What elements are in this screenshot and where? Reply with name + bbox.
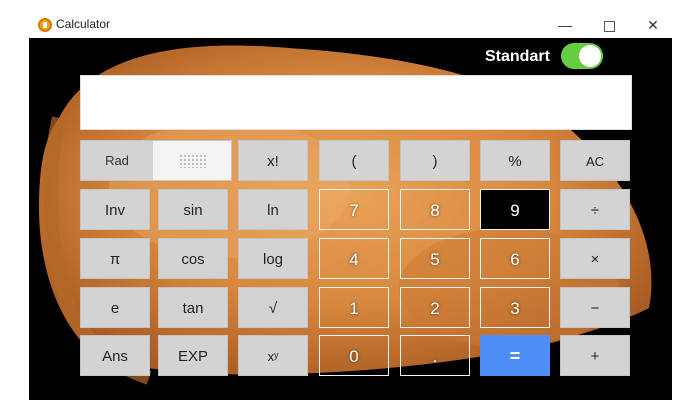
dotted-pattern-icon	[179, 154, 207, 168]
minimize-button[interactable]: —	[542, 12, 588, 38]
ln-button[interactable]: ln	[238, 189, 308, 230]
title-bar: Calculator — ✕	[0, 0, 700, 38]
percent-button[interactable]: %	[480, 140, 550, 181]
divide-button[interactable]: ÷	[560, 189, 630, 230]
minus-button[interactable]: −	[560, 287, 630, 328]
decimal-point-button[interactable]: .	[400, 335, 470, 376]
power-button[interactable]: xʸ	[238, 335, 308, 376]
digit-3-button[interactable]: 3	[480, 287, 550, 328]
digit-4-button[interactable]: 4	[319, 238, 389, 279]
digit-8-button[interactable]: 8	[400, 189, 470, 230]
deg-button[interactable]	[153, 141, 231, 180]
cos-button[interactable]: cos	[158, 238, 228, 279]
digit-0-button[interactable]: 0	[319, 335, 389, 376]
digit-1-button[interactable]: 1	[319, 287, 389, 328]
close-paren-button[interactable]: )	[400, 140, 470, 181]
toggle-knob	[579, 45, 601, 67]
maximize-button[interactable]	[586, 12, 632, 38]
digit-6-button[interactable]: 6	[480, 238, 550, 279]
digit-9-button[interactable]: 9	[480, 189, 550, 230]
euler-e-button[interactable]: e	[80, 287, 150, 328]
inverse-button[interactable]: Inv	[80, 189, 150, 230]
calculator-app-icon	[38, 18, 52, 32]
factorial-button[interactable]: x!	[238, 140, 308, 181]
window-title: Calculator	[56, 17, 111, 31]
exp-button[interactable]: EXP	[158, 335, 228, 376]
answer-button[interactable]: Ans	[80, 335, 150, 376]
rad-button-label[interactable]: Rad	[81, 141, 153, 180]
sin-button[interactable]: sin	[158, 189, 228, 230]
multiply-button[interactable]: ×	[560, 238, 630, 279]
calculator-body: Standart Rad x! ( ) % AC Inv sin ln 7 8 …	[29, 38, 672, 400]
log-button[interactable]: log	[238, 238, 308, 279]
close-button[interactable]: ✕	[630, 12, 676, 38]
open-paren-button[interactable]: (	[319, 140, 389, 181]
mode-label: Standart	[485, 48, 550, 65]
rad-deg-switch[interactable]: Rad	[80, 140, 232, 181]
digit-5-button[interactable]: 5	[400, 238, 470, 279]
equals-button[interactable]: =	[480, 335, 550, 376]
tan-button[interactable]: tan	[158, 287, 228, 328]
mode-toggle[interactable]	[561, 43, 603, 69]
all-clear-button[interactable]: AC	[560, 140, 630, 181]
pi-button[interactable]: π	[80, 238, 150, 279]
maximize-icon	[603, 20, 615, 32]
calculator-display	[80, 75, 632, 130]
digit-7-button[interactable]: 7	[319, 189, 389, 230]
plus-button[interactable]: +	[560, 335, 630, 376]
digit-2-button[interactable]: 2	[400, 287, 470, 328]
sqrt-button[interactable]: √	[238, 287, 308, 328]
